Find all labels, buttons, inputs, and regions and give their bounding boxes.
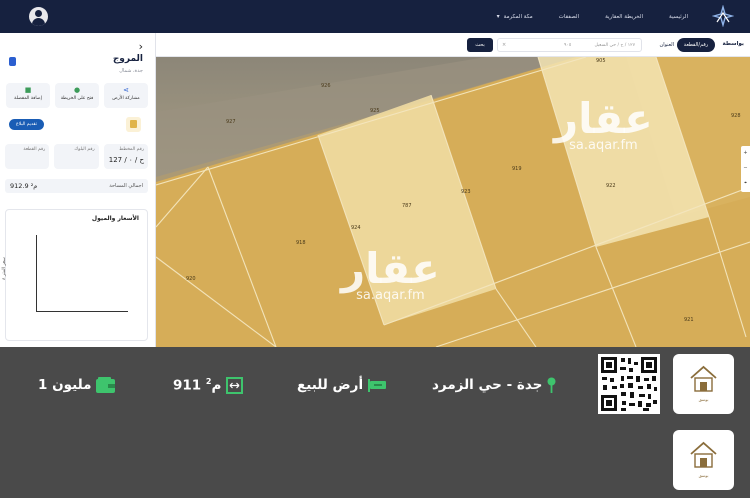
parcel-label: 920 bbox=[186, 276, 196, 282]
main-nav: الرئيسية الخريطة العقارية الصفقات مكة ال… bbox=[497, 0, 688, 33]
search-by-address-tab[interactable]: العنوان bbox=[660, 42, 674, 48]
chart-title: الأسعار والميول bbox=[91, 215, 139, 222]
search-input-placeholder: ١٢٧ / ح / حي السعيل bbox=[594, 43, 635, 48]
document-icon[interactable] bbox=[126, 117, 141, 132]
land-sign-icon bbox=[368, 379, 387, 392]
search-input[interactable]: ١٢٧ / ح / حي السعيل ٩٠٥ × bbox=[497, 38, 642, 52]
user-avatar[interactable] bbox=[29, 7, 48, 26]
thumbnail-caption: بوسق bbox=[698, 473, 709, 478]
add-favorite-button[interactable]: ■ إضافة المفضلة bbox=[6, 83, 50, 108]
listing-thumbnail[interactable]: بوسق bbox=[673, 354, 734, 414]
house-logo-icon bbox=[690, 365, 717, 392]
nav-item-city[interactable]: مكة المكرمة bbox=[504, 14, 533, 20]
parcel-label: 927 bbox=[226, 119, 236, 125]
map-canvas: 787 918 919 920 921 922 923 924 925 926 … bbox=[156, 57, 750, 347]
map-search-bar: بواسطة رقم/القطعة العنوان ١٢٧ / ح / حي ا… bbox=[156, 33, 750, 57]
bookmark-icon: ■ bbox=[24, 86, 32, 94]
parcel-label: 918 bbox=[296, 240, 306, 246]
open-on-map-button[interactable]: ● فتح على الخريطة bbox=[55, 83, 99, 108]
nav-item-home[interactable]: الرئيسية bbox=[669, 14, 688, 20]
parcel-label: 928 bbox=[731, 113, 741, 119]
nav-item-deals[interactable]: الصفقات bbox=[559, 14, 579, 20]
thumbnail-caption: بوسق bbox=[698, 397, 709, 402]
top-navbar: الرئيسية الخريطة العقارية الصفقات مكة ال… bbox=[0, 0, 750, 33]
area-resize-icon bbox=[226, 376, 244, 394]
wallet-icon bbox=[96, 377, 116, 393]
listing-type: أرض للبيع bbox=[297, 375, 387, 395]
nav-item-real-estate-map[interactable]: الخريطة العقارية bbox=[605, 14, 643, 20]
parcel-number-card: رقم القطعة bbox=[5, 144, 50, 169]
bookmark-icon[interactable] bbox=[9, 57, 16, 66]
map-pin-icon: ● bbox=[73, 86, 81, 94]
chart-axes bbox=[36, 235, 128, 312]
share-land-button[interactable]: ⋖ مشاركة الأرض bbox=[104, 83, 148, 108]
share-icon: ⋖ bbox=[123, 86, 129, 94]
parcel-details-panel: › المروج جدة، شمال ⋖ مشاركة الأرض ● فتح … bbox=[0, 33, 156, 347]
total-area-row: اجمالي المساحة 912.9 م² bbox=[5, 179, 148, 193]
listing-area: 911 م2 bbox=[173, 375, 244, 395]
watermark: عقار sa.aqar.fm bbox=[554, 94, 653, 153]
app-logo-icon[interactable] bbox=[712, 5, 734, 27]
listing-thumbnail[interactable]: بوسق bbox=[673, 430, 734, 490]
parcel-label: 787 bbox=[402, 203, 412, 209]
locate-icon[interactable]: ⌖ bbox=[741, 176, 750, 191]
parcel-label: 924 bbox=[351, 225, 361, 231]
map-pin-icon bbox=[547, 377, 556, 393]
parcel-label: 905 bbox=[596, 58, 606, 64]
zoom-out-icon[interactable]: − bbox=[741, 161, 750, 176]
qr-code-icon[interactable] bbox=[598, 354, 660, 414]
parcel-label: 926 bbox=[321, 83, 331, 89]
chevron-down-icon[interactable]: ▾ bbox=[497, 13, 500, 20]
map-controls: + − ⌖ bbox=[741, 146, 750, 192]
panel-actions: ⋖ مشاركة الأرض ● فتح على الخريطة ■ إضافة… bbox=[5, 83, 148, 108]
house-logo-icon bbox=[690, 441, 717, 468]
search-by-parcel-toggle[interactable]: رقم/القطعة bbox=[677, 38, 715, 52]
chart-y-label: سعر المتر ٨ bbox=[2, 257, 7, 280]
parcel-label: 921 bbox=[684, 317, 694, 323]
block-number-card: رقم البلوك bbox=[54, 144, 99, 169]
search-input-count: ٩٠٥ bbox=[564, 43, 572, 48]
parcel-label: 923 bbox=[461, 189, 471, 195]
clear-icon[interactable]: × bbox=[502, 42, 506, 48]
watermark: عقار sa.aqar.fm bbox=[341, 244, 440, 303]
listing-bar: بوسق بوسق جدة - حي الزمرد أرض للبيع 911 … bbox=[0, 347, 750, 498]
search-by-label: بواسطة bbox=[722, 41, 744, 47]
parcel-label: 922 bbox=[606, 183, 616, 189]
listing-price: 1 مليون bbox=[38, 375, 116, 395]
parcel-label: 925 bbox=[370, 108, 380, 114]
zoom-in-icon[interactable]: + bbox=[741, 146, 750, 161]
search-button[interactable]: بحث bbox=[467, 38, 493, 52]
panel-title: المروج bbox=[112, 54, 143, 64]
plan-number-card: رقم المخطط 127 / ح / ٠ bbox=[103, 144, 148, 169]
parcel-label: 919 bbox=[512, 166, 522, 172]
chevron-right-icon[interactable]: › bbox=[139, 40, 143, 53]
report-button[interactable]: تقديم البلاغ bbox=[9, 119, 44, 130]
parcel-info-grid: رقم المخطط 127 / ح / ٠ رقم البلوك رقم ال… bbox=[5, 144, 148, 169]
listing-location: جدة - حي الزمرد bbox=[432, 375, 556, 395]
price-trend-chart: الأسعار والميول سعر المتر ٨ bbox=[2, 209, 148, 341]
parcel-map[interactable]: 787 918 919 920 921 922 923 924 925 926 … bbox=[156, 57, 750, 347]
panel-subtitle: جدة، شمال bbox=[119, 68, 143, 74]
